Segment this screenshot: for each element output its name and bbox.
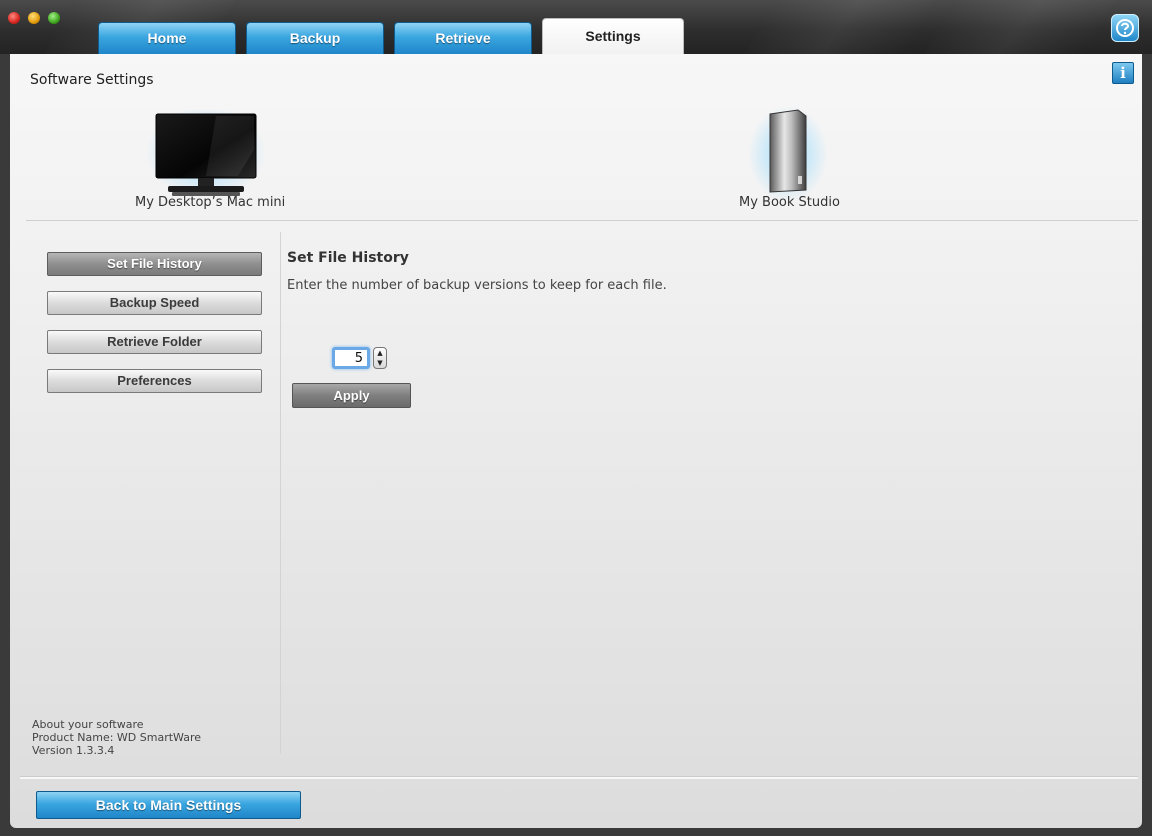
stepper-up-arrow-icon[interactable]: ▲ — [374, 348, 386, 358]
external-drive-icon — [748, 106, 828, 202]
tab-retrieve[interactable]: Retrieve — [394, 22, 532, 54]
title-bar: Home Backup Retrieve Settings — [0, 0, 1152, 54]
content-area: Software Settings i My Desktop’s Mac min… — [10, 54, 1142, 828]
sidebar-item-preferences[interactable]: Preferences — [47, 369, 262, 393]
footer-divider — [20, 776, 1138, 779]
versions-stepper[interactable]: ▲ ▼ — [373, 347, 387, 369]
monitor-icon — [146, 110, 266, 198]
info-button[interactable]: i — [1112, 62, 1134, 84]
sidebar-item-set-file-history[interactable]: Set File History — [47, 252, 262, 276]
title-bar-decoration — [744, 0, 936, 54]
stepper-down-arrow-icon[interactable]: ▼ — [374, 358, 386, 368]
sidebar-divider — [280, 232, 281, 754]
app-window: Home Backup Retrieve Settings Software S… — [0, 0, 1152, 836]
question-mark-icon — [1116, 19, 1134, 37]
device-my-book-studio-label: My Book Studio — [739, 195, 840, 210]
versions-input[interactable] — [332, 347, 370, 369]
apply-button[interactable]: Apply — [292, 383, 411, 408]
device-desktop-label: My Desktop’s Mac mini — [135, 195, 286, 210]
about-heading: About your software — [32, 718, 144, 731]
about-version: Version 1.3.3.4 — [32, 744, 115, 757]
tab-backup[interactable]: Backup — [246, 22, 384, 54]
about-product-name: Product Name: WD SmartWare — [32, 731, 201, 744]
page-title: Software Settings — [30, 72, 154, 88]
minimize-window-button[interactable] — [28, 12, 40, 24]
title-bar-decoration — [924, 0, 1116, 54]
tab-settings[interactable]: Settings — [542, 18, 684, 54]
about-software: About your software Product Name: WD Sma… — [32, 718, 201, 757]
panel-title: Set File History — [287, 250, 409, 266]
sidebar-item-retrieve-folder[interactable]: Retrieve Folder — [47, 330, 262, 354]
close-window-button[interactable] — [8, 12, 20, 24]
zoom-window-button[interactable] — [48, 12, 60, 24]
section-divider — [26, 220, 1138, 221]
sidebar-item-backup-speed[interactable]: Backup Speed — [47, 291, 262, 315]
info-icon: i — [1120, 64, 1126, 82]
back-to-main-settings-button[interactable]: Back to Main Settings — [36, 791, 301, 819]
tab-home[interactable]: Home — [98, 22, 236, 54]
panel-description: Enter the number of backup versions to k… — [287, 278, 667, 293]
help-button[interactable] — [1111, 14, 1139, 42]
